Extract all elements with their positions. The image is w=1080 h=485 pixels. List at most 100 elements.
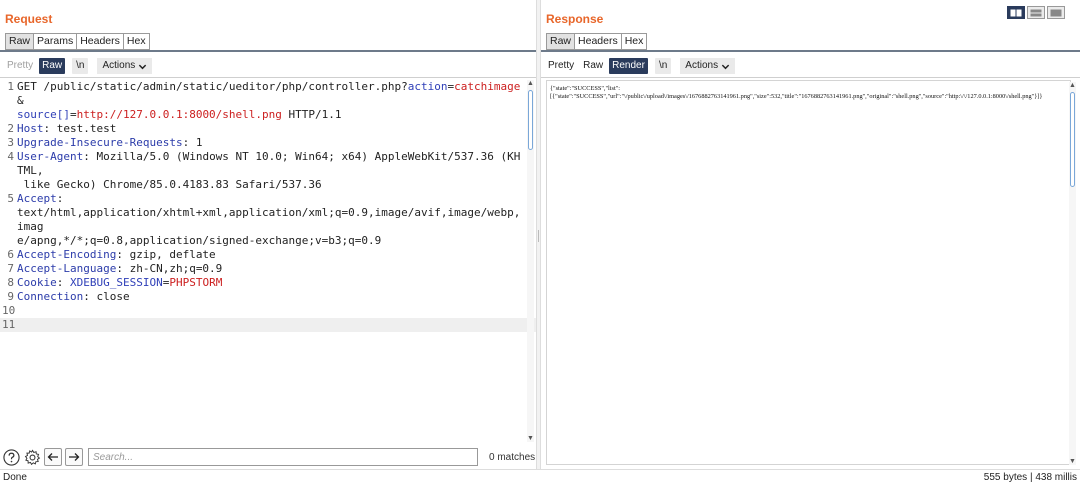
response-scrollbar[interactable]: ▲ ▼ [1069, 82, 1076, 465]
help-icon[interactable] [2, 448, 20, 466]
code-token: & [17, 94, 24, 107]
rows-icon [1030, 9, 1042, 16]
line-number: 10 [2, 304, 16, 317]
response-tab-underline [541, 50, 1080, 52]
line-number: 8 [7, 276, 14, 289]
scroll-down-icon[interactable]: ▼ [1069, 458, 1076, 465]
layout-stacked-button[interactable] [1027, 6, 1045, 19]
editor-line[interactable]: 8 Cookie: XDEBUG_SESSION=PHPSTORM [0, 276, 536, 290]
editor-line[interactable]: 3 Upgrade-Insecure-Requests: 1 [0, 136, 536, 150]
response-pane: Response Raw Headers Hex Pretty Raw Rend… [541, 0, 1080, 469]
request-tab-params[interactable]: Params [34, 33, 78, 50]
scroll-up-icon[interactable]: ▲ [527, 80, 534, 87]
code-token: catchimage [454, 80, 521, 93]
response-scroll-thumb[interactable] [1070, 92, 1075, 187]
gear-icon[interactable] [23, 448, 41, 466]
previous-match-button[interactable] [44, 448, 62, 466]
request-title: Request [5, 12, 53, 26]
code-token: Accept [17, 192, 57, 205]
editor-line[interactable]: 4 User-Agent: Mozilla/5.0 (Windows NT 10.… [0, 150, 536, 192]
scroll-down-icon[interactable]: ▼ [527, 435, 534, 442]
request-tabbar: Raw Params Headers Hex [5, 33, 150, 50]
line-number: 9 [7, 290, 14, 303]
code-token: User-Agent [17, 150, 84, 163]
request-editor[interactable]: 1 GET /public/static/admin/static/ueditor… [0, 80, 536, 442]
columns-icon [1010, 9, 1022, 16]
line-number: 11 [2, 318, 16, 331]
line-number: 4 [7, 150, 14, 163]
layout-side-by-side-button[interactable] [1007, 6, 1025, 19]
response-render-button[interactable]: Render [609, 58, 648, 74]
code-token: : [56, 276, 70, 289]
code-token: GET /public/static/admin/static/ueditor/… [17, 80, 408, 93]
editor-line[interactable]: 2 Host: test.test [0, 122, 536, 136]
editor-line[interactable]: 11 [0, 318, 536, 332]
code-token: : zh-CN,zh;q=0.9 [116, 262, 223, 275]
next-match-button[interactable] [65, 448, 83, 466]
response-actions-button[interactable]: Actions [680, 58, 736, 74]
editor-line[interactable]: 1 GET /public/static/admin/static/ueditor… [0, 80, 536, 122]
code-token: Accept-Language [17, 262, 117, 275]
code-token: http://127.0.0.1:8000/shell.png [76, 108, 282, 121]
code-token: : close [83, 290, 130, 303]
response-view-toolbar: Pretty Raw Render \n Actions [545, 58, 736, 74]
response-pretty-button[interactable]: Pretty [545, 58, 577, 74]
code-token: Host [17, 122, 44, 135]
request-search-bar: 0 matches [0, 446, 536, 468]
divider-grip[interactable] [538, 230, 539, 242]
editor-line[interactable]: 5 Accept: text/html,application/xhtml+xml… [0, 192, 536, 248]
status-bar: Done 555 bytes | 438 millis [0, 469, 1080, 485]
response-body-line: {"state":"SUCCESS","list": [550, 85, 621, 92]
request-view-toolbar: Pretty Raw \n Actions [4, 58, 153, 74]
line-number: 6 [7, 248, 14, 261]
request-tab-raw[interactable]: Raw [5, 33, 35, 50]
response-tab-hex[interactable]: Hex [621, 33, 648, 50]
request-scrollbar[interactable]: ▲ ▼ [527, 80, 534, 442]
search-input[interactable] [88, 448, 478, 466]
status-text: Done [3, 472, 27, 483]
code-token: Accept-Encoding [17, 248, 117, 261]
response-tab-headers[interactable]: Headers [575, 33, 622, 50]
line-number: 5 [7, 192, 14, 205]
code-token: Connection [17, 290, 84, 303]
response-body-line: [{"state":"SUCCESS","url":"\/public\/upl… [550, 93, 1043, 100]
request-scroll-thumb[interactable] [528, 90, 533, 150]
editor-line[interactable]: 7 Accept-Language: zh-CN,zh;q=0.9 [0, 262, 536, 276]
request-tab-underline [0, 50, 536, 52]
response-raw-button[interactable]: Raw [580, 58, 606, 74]
request-tab-headers[interactable]: Headers [77, 33, 124, 50]
response-tab-raw[interactable]: Raw [546, 33, 576, 50]
request-separator [0, 77, 536, 78]
code-token: Cookie [17, 276, 57, 289]
response-title: Response [546, 12, 604, 26]
request-actions-label: Actions [102, 60, 136, 71]
code-token: : gzip, deflate [116, 248, 216, 261]
line-number: 3 [7, 136, 14, 149]
layout-tabs-button[interactable] [1047, 6, 1065, 19]
code-token: : Mozilla/5.0 (Windows NT 10.0; Win64; x… [17, 150, 521, 191]
editor-line[interactable]: 9 Connection: close [0, 290, 536, 304]
chevron-down-icon [721, 64, 730, 69]
response-size-timing: 555 bytes | 438 millis [983, 472, 1077, 483]
editor-line[interactable]: 6 Accept-Encoding: gzip, deflate [0, 248, 536, 262]
code-token: XDEBUG_SESSION [70, 276, 163, 289]
line-number: 2 [7, 122, 14, 135]
response-render-view[interactable]: {"state":"SUCCESS","list": [{"state":"SU… [546, 80, 1071, 465]
code-token: = [69, 108, 77, 121]
request-pretty-button[interactable]: Pretty [4, 58, 36, 74]
request-tab-hex[interactable]: Hex [123, 33, 150, 50]
request-raw-button[interactable]: Raw [39, 58, 66, 74]
arrow-left-icon [47, 453, 58, 461]
request-actions-button[interactable]: Actions [97, 58, 153, 74]
response-newline-toggle[interactable]: \n [654, 58, 672, 74]
code-token: source[] [17, 108, 70, 121]
editor-line[interactable]: 10 [0, 304, 536, 318]
scroll-up-icon[interactable]: ▲ [1069, 82, 1076, 89]
code-token: HTTP/1.1 [281, 108, 342, 121]
request-newline-toggle[interactable]: \n [72, 58, 89, 74]
request-pane: Request Raw Params Headers Hex Pretty Ra… [0, 0, 536, 469]
chevron-down-icon [139, 64, 147, 69]
code-token: action [407, 80, 448, 93]
match-count: 0 matches [489, 451, 536, 463]
response-actions-label: Actions [685, 60, 719, 71]
